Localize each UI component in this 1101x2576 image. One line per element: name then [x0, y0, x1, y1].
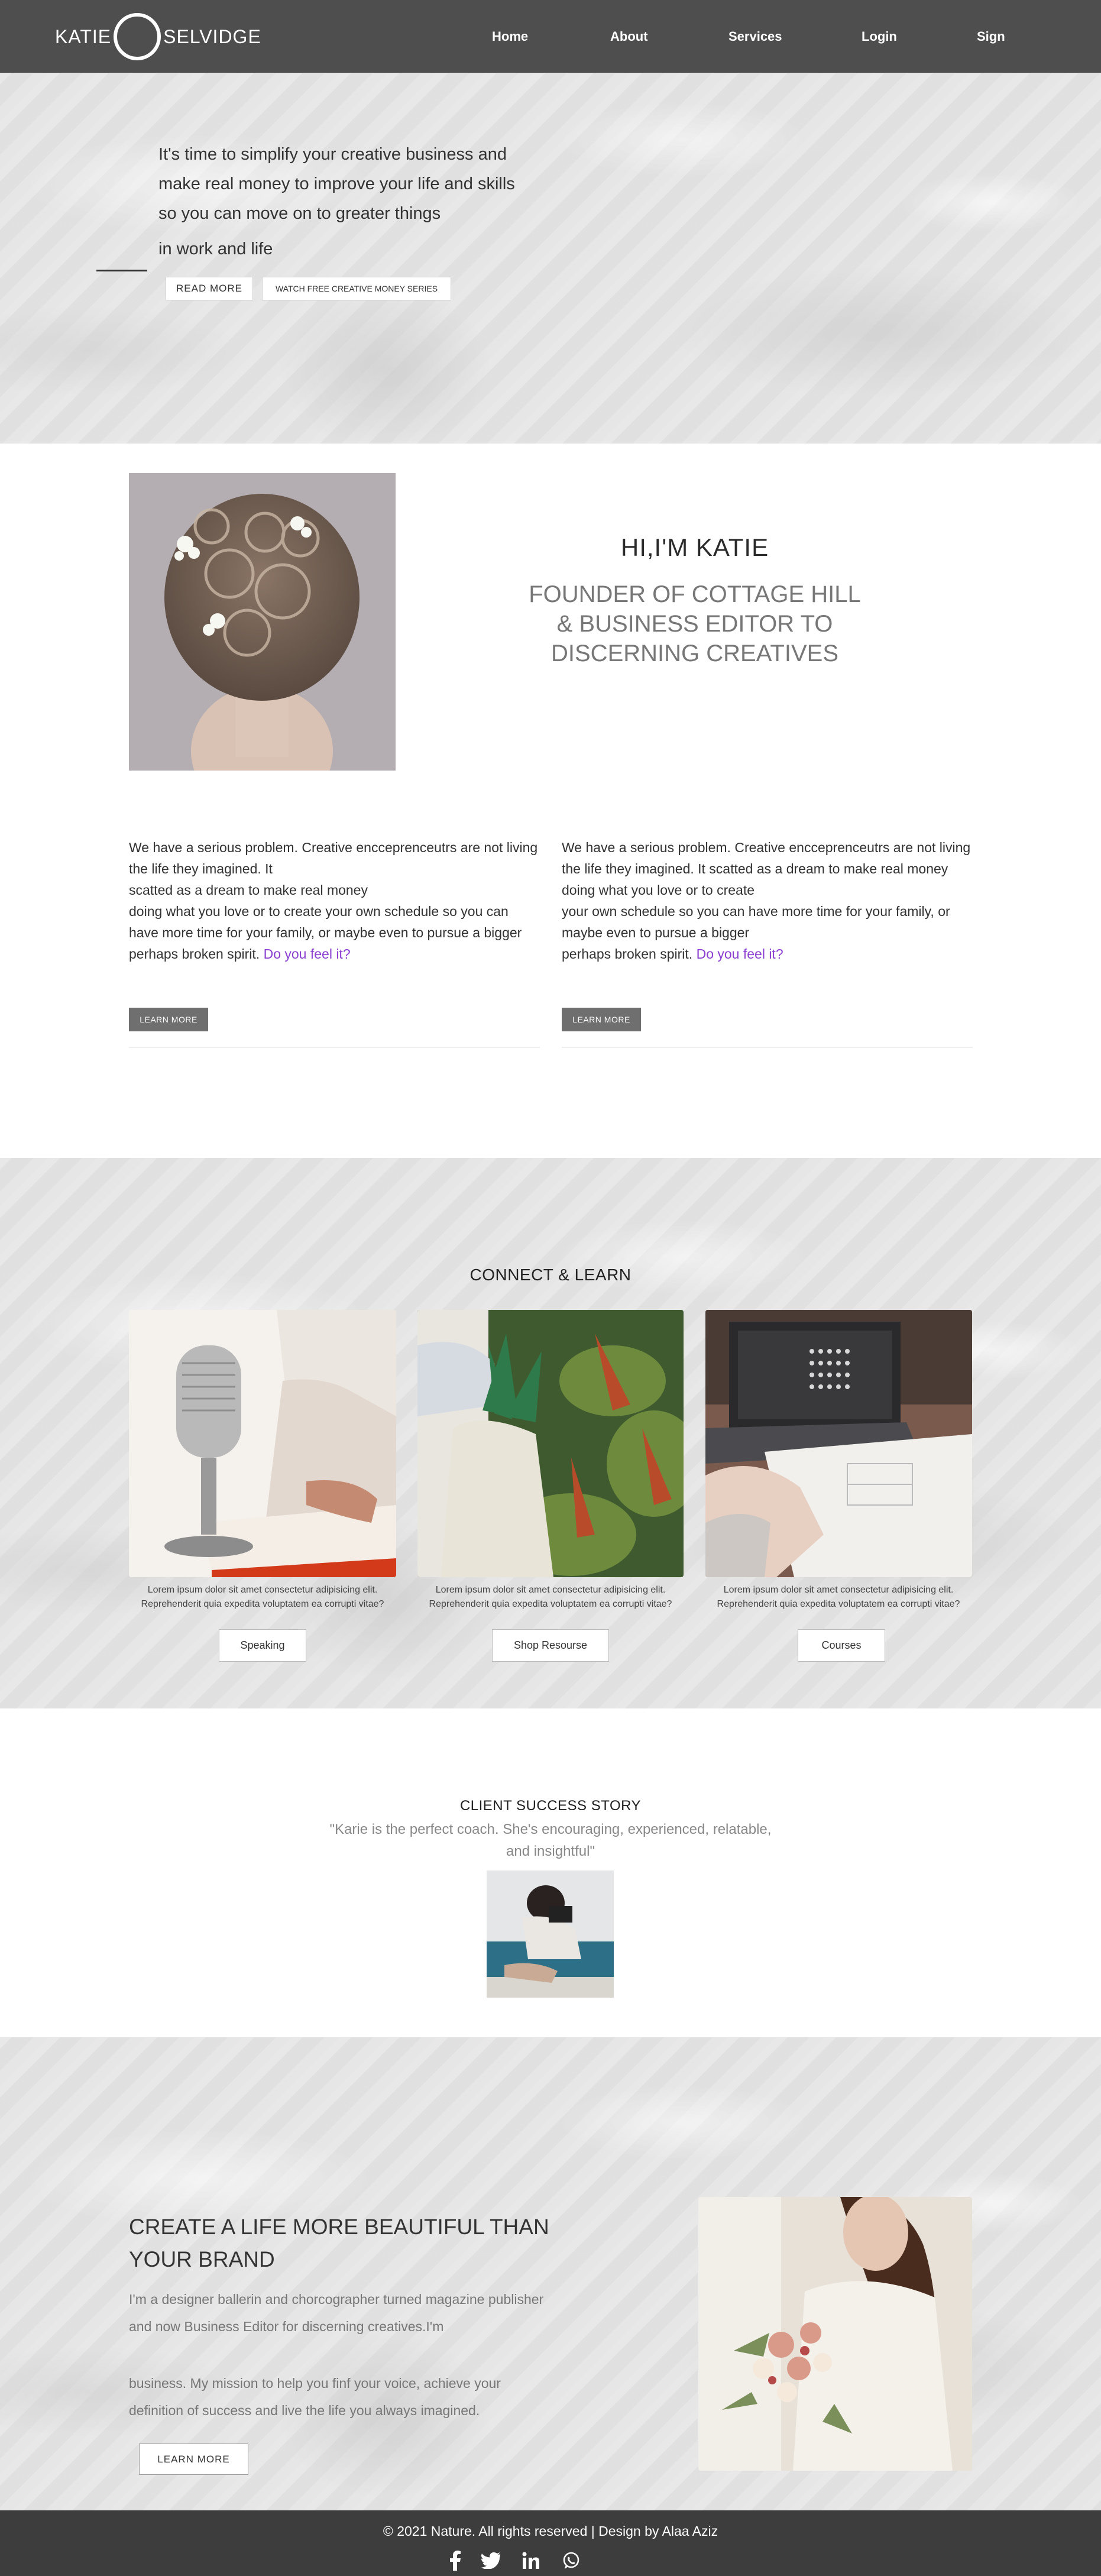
paragraph-line: your own schedule so you can have more t…: [562, 904, 950, 919]
speaking-card-image[interactable]: [129, 1310, 396, 1577]
shop-resource-card-image[interactable]: [417, 1310, 684, 1577]
learn-more-button-2[interactable]: LEARN MORE: [562, 1008, 641, 1031]
facebook-icon[interactable]: [443, 2551, 467, 2571]
whatsapp-icon[interactable]: [559, 2551, 583, 2571]
paragraph-line: doing what you love or to create your ow…: [129, 904, 522, 940]
katie-portrait-photo: [129, 473, 396, 771]
client-photo: [487, 1870, 614, 1998]
paragraph-line: doing what you love or to create: [562, 882, 755, 898]
paragraph-line: We have a serious problem. Creative encc…: [562, 840, 971, 855]
hero-section: It's time to simplify your creative busi…: [0, 73, 1101, 444]
feel-it-highlight: Do you feel it?: [263, 946, 351, 962]
top-navbar: KATIE SELVIDGE Home About Services Login…: [0, 0, 1101, 73]
courses-button[interactable]: Courses: [798, 1629, 885, 1662]
paragraph-line: perhaps broken spirit.: [562, 946, 697, 962]
courses-card-description: Lorem ipsum dolor sit amet consectetur a…: [717, 1585, 960, 1609]
main-menu: Home About Services Login Sign: [0, 0, 1101, 73]
twitter-icon[interactable]: [479, 2551, 503, 2571]
about-greeting: HI,I'M KATIE: [620, 533, 769, 561]
client-testimonial-quote: "Karie is the perfect coach. She's encou…: [329, 1821, 772, 1859]
footer: © 2021 Nature. All rights reserved | Des…: [0, 2510, 1101, 2576]
create-learn-more-button[interactable]: LEARN MORE: [139, 2444, 248, 2475]
learn-more-button-1[interactable]: LEARN MORE: [129, 1008, 208, 1031]
paragraph-line: We have a serious problem. Creative encc…: [129, 840, 538, 855]
paragraph-line: scatted as a dream to make real money: [129, 882, 368, 898]
paragraph-line: the life they imagined. It: [129, 861, 273, 876]
linkedin-icon[interactable]: [519, 2551, 543, 2571]
client-success-title: CLIENT SUCCESS STORY: [459, 1798, 642, 1814]
about-subtitle: FOUNDER OF COTTAGE HILL & BUSINESS EDITO…: [529, 581, 861, 666]
paragraph-line: maybe even to pursue a bigger: [562, 925, 750, 940]
hero-tagline-last: in work and life: [158, 240, 273, 258]
hero-tagline: It's time to simplify your creative busi…: [158, 145, 515, 223]
nav-about-link[interactable]: About: [610, 29, 648, 44]
about-paragraph-1: We have a serious problem. Creative encc…: [129, 837, 540, 965]
create-life-heading: CREATE A LIFE MORE BEAUTIFUL THAN YOUR B…: [129, 2215, 549, 2271]
shop-resource-button[interactable]: Shop Resourse: [492, 1629, 609, 1662]
nav-login-link[interactable]: Login: [862, 29, 897, 44]
divider: [562, 1047, 973, 1048]
divider: [129, 1047, 540, 1048]
feel-it-highlight: Do you feel it?: [696, 946, 783, 962]
speaking-button[interactable]: Speaking: [219, 1629, 306, 1662]
create-life-paragraph-2: business. My mission to help you finf yo…: [129, 2376, 501, 2418]
shop-resource-card-description: Lorem ipsum dolor sit amet consectetur a…: [429, 1585, 672, 1609]
nav-services-link[interactable]: Services: [728, 29, 782, 44]
nav-home-link[interactable]: Home: [492, 29, 528, 44]
connect-learn-title: CONNECT & LEARN: [469, 1266, 632, 1284]
copyright-text: © 2021 Nature. All rights reserved | Des…: [383, 2523, 718, 2539]
about-paragraph-2: We have a serious problem. Creative encc…: [562, 837, 973, 965]
hero-divider: [96, 270, 147, 271]
paragraph-line: the life they imagined. It scatted as a …: [562, 861, 948, 876]
courses-card-image[interactable]: [705, 1310, 972, 1577]
bride-bouquet-photo: [698, 2197, 972, 2471]
paragraph-line: perhaps broken spirit.: [129, 946, 264, 962]
speaking-card-description: Lorem ipsum dolor sit amet consectetur a…: [141, 1585, 384, 1609]
create-life-paragraph-1: I'm a designer ballerin and chorcographe…: [129, 2292, 544, 2334]
nav-sign-link[interactable]: Sign: [977, 29, 1005, 44]
read-more-button[interactable]: READ MORE: [166, 277, 253, 300]
watch-series-button[interactable]: WATCH FREE CREATIVE MONEY SERIES: [262, 277, 451, 300]
